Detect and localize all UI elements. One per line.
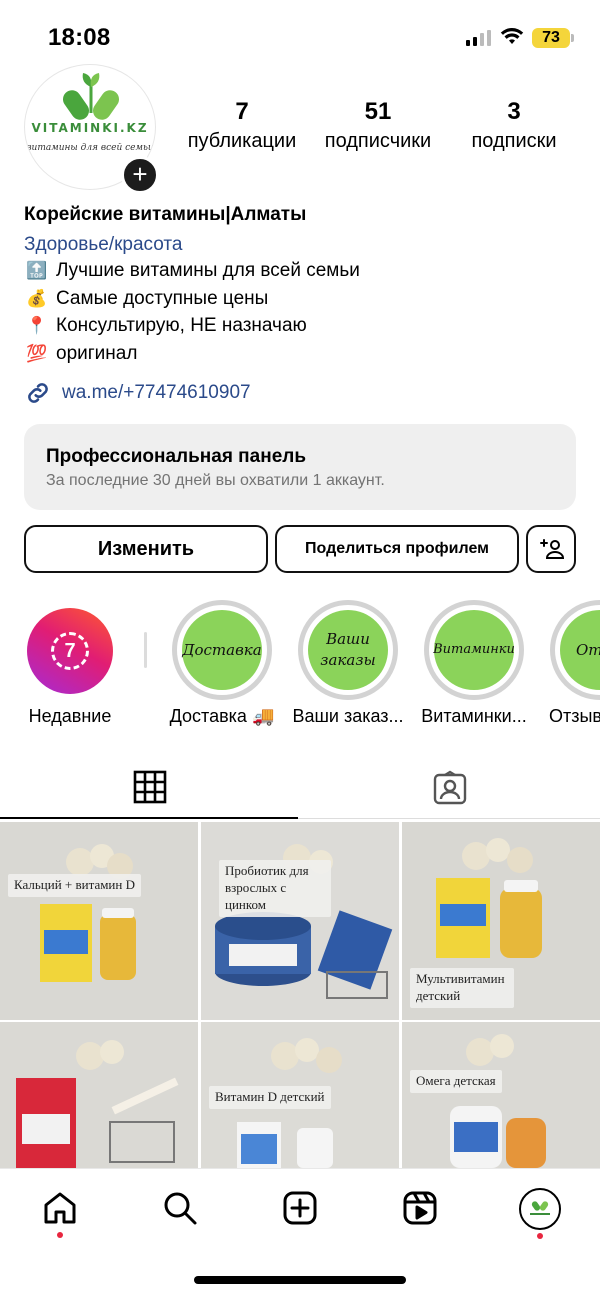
post-thumbnail[interactable]: Кальций + витамин D: [0, 822, 198, 1020]
professional-dashboard-panel[interactable]: Профессиональная панель За последние 30 …: [24, 424, 576, 510]
highlight-label: Отзыв: [549, 706, 600, 726]
share-profile-button[interactable]: Поделиться профилем: [275, 525, 519, 573]
battery-indicator: 73: [532, 28, 570, 48]
create-post-icon[interactable]: [282, 1190, 318, 1226]
post-thumbnail[interactable]: Омега детская: [402, 1022, 600, 1168]
stat-following-number: 3: [507, 98, 521, 125]
highlight-label: Доставка 🚚: [169, 706, 275, 726]
post-thumbnail[interactable]: [0, 1022, 198, 1168]
stat-posts[interactable]: 7 публикации: [182, 98, 302, 153]
post-thumbnail[interactable]: Мультивитамин детский: [402, 822, 600, 1020]
stat-followers[interactable]: 51 подписчики: [316, 98, 440, 153]
stat-following-label: подписки: [471, 130, 557, 152]
home-indicator: [194, 1276, 406, 1284]
post-thumbnail[interactable]: Пробиотик для взрослых с цинком: [201, 822, 399, 1020]
stat-posts-number: 7: [235, 98, 249, 125]
link-icon: [28, 383, 48, 403]
edit-profile-button[interactable]: Изменить: [24, 525, 268, 573]
home-notification-dot: [57, 1232, 63, 1238]
stat-following[interactable]: 3 подписки: [462, 98, 566, 153]
highlight-divider: [144, 632, 147, 668]
add-person-button[interactable]: [526, 525, 576, 573]
profile-name: Корейские витамины|Алматы: [24, 204, 307, 225]
omega-products-image: [402, 1022, 600, 1168]
pro-panel-title: Профессиональная панель: [46, 446, 307, 467]
recent-highlight[interactable]: 7: [27, 608, 113, 694]
post-caption: Пробиотик для взрослых с цинком: [219, 860, 331, 917]
profile-link[interactable]: wa.me/+77474610907: [24, 379, 251, 407]
highlight-orders[interactable]: Ваши заказы: [298, 600, 398, 700]
highlight-cover-text: Доставка: [182, 610, 262, 690]
wifi-icon: [500, 28, 524, 44]
search-icon[interactable]: [162, 1190, 198, 1226]
probiotic-products-image: [201, 822, 399, 1020]
highlight-cover-text: Отз: [560, 610, 600, 690]
bio-text: Самые доступные цены: [56, 288, 269, 309]
post-caption: Витамин D детский: [209, 1086, 331, 1109]
battery-tip: [571, 34, 574, 42]
highlight-vitamins[interactable]: Витаминки: [424, 600, 524, 700]
bio-text: оригинал: [56, 343, 138, 364]
home-icon[interactable]: [42, 1190, 78, 1226]
profile-notification-dot: [537, 1233, 543, 1239]
tagged-tab-icon[interactable]: [432, 770, 468, 806]
reels-icon[interactable]: [402, 1190, 438, 1226]
logo-subtitle: витамины для всей семьи: [26, 143, 154, 153]
highlight-label: Витаминки...: [421, 706, 527, 726]
grid-tab-icon[interactable]: [133, 770, 167, 804]
profile-tab-avatar[interactable]: [519, 1188, 561, 1230]
logo-title: VITAMINKI.KZ: [31, 121, 149, 135]
bio-line: 💰 Самые доступные цены: [24, 288, 268, 310]
post-caption: Омега детская: [410, 1070, 502, 1093]
bio-line: 💯 оригинал: [24, 343, 137, 365]
stat-posts-label: публикации: [187, 130, 297, 152]
pin-emoji-icon: 📍: [26, 316, 48, 335]
profile-avatar-mini-icon: [524, 1193, 556, 1225]
status-time: 18:08: [48, 24, 111, 51]
stat-followers-number: 51: [364, 98, 392, 125]
money-bag-emoji-icon: 💰: [26, 289, 48, 308]
vitamin-products-image: [0, 822, 198, 1020]
highlight-label: Недавние: [28, 706, 112, 726]
active-tab-indicator: [0, 817, 298, 819]
pro-panel-subtitle: За последние 30 дней вы охватили 1 аккау…: [46, 472, 385, 489]
add-story-plus-icon[interactable]: +: [121, 156, 159, 194]
kids-vitamin-box-image: [0, 1022, 198, 1168]
highlight-reviews[interactable]: Отз: [550, 600, 600, 700]
bio-line: 🔝 Лучшие витамины для всей семьи: [24, 260, 360, 282]
post-caption: Кальций + витамин D: [8, 874, 141, 897]
bio-text: Консультирую, НЕ назначаю: [56, 315, 307, 336]
post-caption: Мультивитамин детский: [410, 968, 514, 1008]
highlight-label: Ваши заказ...: [292, 706, 404, 726]
highlight-delivery[interactable]: Доставка: [172, 600, 272, 700]
hundred-emoji-icon: 💯: [26, 344, 48, 363]
recent-badge: 7: [51, 632, 89, 670]
highlight-cover-text: Витаминки: [433, 610, 515, 690]
cellular-signal-icon: [466, 30, 491, 46]
bio-text: Лучшие витамины для всей семьи: [56, 260, 360, 281]
top-emoji-icon: 🔝: [26, 261, 48, 280]
profile-category[interactable]: Здоровье/красота: [24, 234, 182, 256]
highlight-cover-text: Ваши заказы: [308, 610, 388, 690]
add-person-icon: [540, 539, 564, 559]
bio-line: 📍 Консультирую, НЕ назначаю: [24, 315, 307, 337]
profile-link-text: wa.me/+77474610907: [62, 382, 251, 403]
stat-followers-label: подписчики: [324, 130, 432, 152]
post-thumbnail[interactable]: Витамин D детский: [201, 1022, 399, 1168]
logo-leaves-icon: [62, 73, 120, 120]
